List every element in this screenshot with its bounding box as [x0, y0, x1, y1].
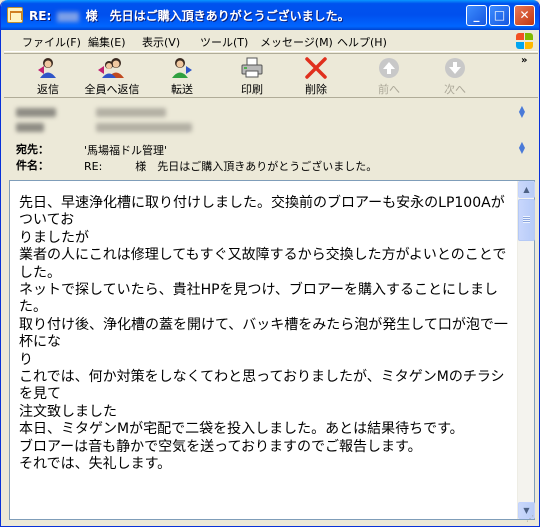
next-button[interactable]: 次へ [433, 57, 477, 97]
menu-bar: ファイル(F) 編集(E) 表示(V) ツール(T) メッセージ(M) ヘルプ(… [4, 30, 538, 52]
resize-grip-icon[interactable]: ⋰ [526, 514, 536, 524]
to-value[interactable]: '馬場福ドル管理' [84, 142, 167, 158]
message-header: 宛先： '馬場福ドル管理' 件名： RE: 様 先日はご購入頂きありがとうござい… [4, 97, 538, 179]
header-row-date [16, 122, 192, 135]
redacted-label [16, 123, 44, 132]
toolbar-more-chevron[interactable]: » [521, 55, 527, 66]
printer-icon [240, 57, 264, 79]
title-bar[interactable]: RE: 様 先日はご購入頂きありがとうございました。 _ □ ✕ [1, 0, 539, 30]
scroll-up-button[interactable]: ▲ [518, 181, 535, 198]
print-button[interactable]: 印刷 [230, 57, 274, 97]
arrow-up-icon [377, 57, 401, 79]
reply-button[interactable]: 返信 [26, 57, 70, 97]
close-button[interactable]: ✕ [514, 5, 535, 26]
subject-label: 件名： [16, 159, 49, 172]
menu-tools[interactable]: ツール(T) [200, 34, 248, 50]
delete-x-icon [304, 57, 328, 79]
previous-button[interactable]: 前へ [367, 57, 411, 97]
mail-icon [7, 7, 23, 23]
to-label: 宛先： [16, 143, 49, 156]
arrow-down-icon [443, 57, 467, 79]
maximize-button[interactable]: □ [489, 5, 510, 26]
subject-value: RE: 様 先日はご購入頂きありがとうございました。 [84, 160, 378, 173]
delete-button[interactable]: 削除 [294, 57, 338, 97]
title-prefix: RE: [29, 9, 52, 23]
recipient-expand-icon[interactable]: ▲ ▼ [515, 141, 529, 156]
header-row-from [16, 107, 166, 120]
toolbar: 返信 全員へ返信 転送 印刷 削除 前へ 次へ [4, 53, 538, 97]
reply-all-icon [97, 57, 127, 79]
window-title: RE: 様 先日はご購入頂きありがとうございました。 [29, 7, 350, 24]
mail-window: RE: 様 先日はご購入頂きありがとうございました。 _ □ ✕ ファイル(F)… [0, 0, 540, 527]
menu-help[interactable]: ヘルプ(H) [337, 34, 387, 50]
message-body-pane[interactable]: 先日、早速浄化槽に取り付けしました。交換前のブロアーも安永のLP100Aがついて… [9, 180, 535, 520]
windows-logo-icon [515, 32, 535, 50]
title-suffix: 様 先日はご購入頂きありがとうございました。 [85, 9, 350, 23]
redacted-label [16, 108, 56, 117]
redacted-name [57, 11, 80, 22]
forward-icon [170, 57, 194, 79]
reply-icon [36, 57, 60, 79]
redacted-value [95, 108, 166, 117]
menu-message[interactable]: メッセージ(M) [260, 34, 333, 50]
menu-file[interactable]: ファイル(F) [22, 34, 81, 50]
menu-view[interactable]: 表示(V) [142, 34, 180, 50]
header-expand-icon[interactable]: ▲ ▼ [515, 105, 529, 120]
minimize-button[interactable]: _ [466, 5, 487, 26]
vertical-scrollbar[interactable]: ▲ ▼ [517, 181, 535, 519]
menu-edit[interactable]: 編集(E) [88, 34, 126, 50]
reply-all-button[interactable]: 全員へ返信 [80, 57, 144, 97]
message-body[interactable]: 先日、早速浄化槽に取り付けしました。交換前のブロアーも安永のLP100Aがついて… [19, 195, 515, 474]
scroll-thumb[interactable] [518, 199, 535, 241]
redacted-value [95, 123, 192, 132]
forward-button[interactable]: 転送 [160, 57, 204, 97]
